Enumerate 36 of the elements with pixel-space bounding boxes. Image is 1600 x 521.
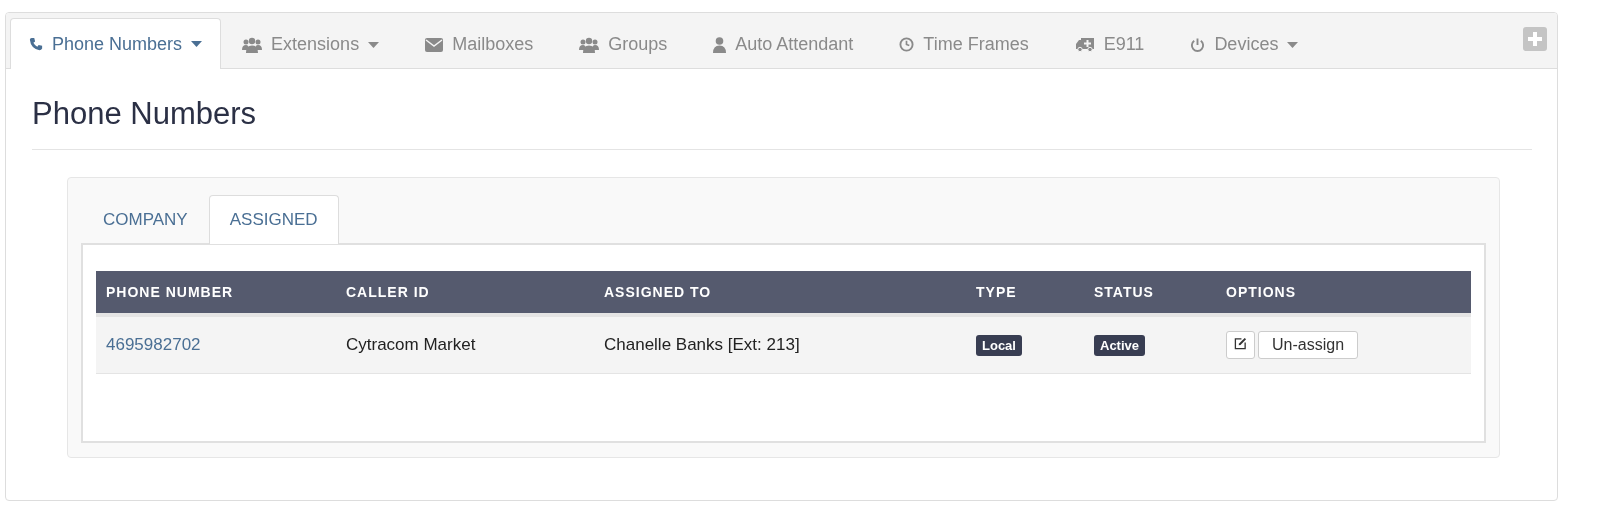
power-icon (1190, 36, 1206, 53)
nav-tab[interactable]: Time Frames (880, 19, 1048, 69)
column-header: OPTIONS (1216, 271, 1471, 315)
nav-tab[interactable]: Mailboxes (406, 19, 553, 69)
column-header: CALLER ID (336, 271, 594, 315)
column-header: STATUS (1084, 271, 1216, 315)
nav-tab[interactable]: Groups (560, 19, 687, 69)
nav-tab[interactable]: E911 (1055, 19, 1164, 69)
table-cell: Chanelle Banks [Ext: 213] (604, 335, 800, 354)
status-label: Active (1094, 335, 1146, 356)
envelope-icon (425, 37, 444, 52)
nav-tab[interactable]: Auto Attendant (694, 19, 873, 69)
type-label: Local (976, 335, 1022, 356)
nav-tab[interactable]: Phone Numbers (10, 18, 222, 69)
user-icon (713, 36, 727, 53)
edit-button[interactable] (1226, 331, 1255, 359)
column-header: PHONE NUMBER (96, 271, 336, 315)
section-tab[interactable]: COMPANY (82, 195, 209, 244)
section-tab[interactable]: ASSIGNED (208, 195, 339, 244)
users-icon (579, 36, 600, 53)
ambulance-icon (1074, 37, 1095, 52)
page-title: Phone Numbers (32, 96, 1532, 150)
caret-icon (1287, 41, 1299, 48)
nav-tab[interactable]: Extensions (223, 19, 399, 69)
caret-icon (191, 41, 203, 47)
column-header: ASSIGNED TO (594, 271, 966, 315)
unassign-button[interactable]: Un-assign (1258, 331, 1359, 359)
phone-icon (29, 37, 43, 51)
edit-icon (1234, 337, 1247, 350)
clock-icon (899, 37, 915, 52)
column-header: TYPE (966, 271, 1084, 315)
nav-tab[interactable]: Devices (1171, 19, 1318, 69)
caret-icon (368, 41, 380, 48)
phone-number-link[interactable]: 4695982702 (106, 335, 201, 354)
users-icon (242, 36, 263, 53)
table-cell: Cytracom Market (346, 335, 476, 354)
